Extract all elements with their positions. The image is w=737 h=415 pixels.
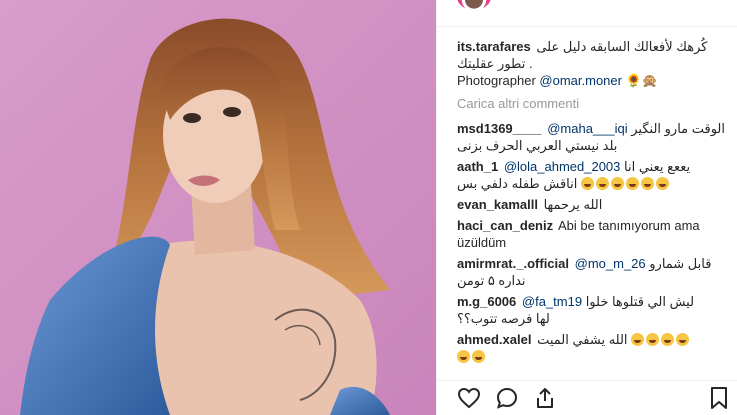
comment-text: بلد نيستي العربي الحرف بزنى — [457, 138, 618, 153]
comment-mention[interactable]: @maha___iqi — [547, 121, 627, 136]
comment-username[interactable]: haci_can_deniz — [457, 218, 553, 233]
caption: its.tarafares كُرهك لأفعالك السابقه دليل… — [457, 38, 731, 89]
caption-username[interactable]: its.tarafares — [457, 39, 531, 54]
comment-text: الله يرحمها — [543, 197, 603, 212]
comment-text: üzüldüm — [457, 235, 507, 250]
comment-username[interactable]: m.g_6006 — [457, 294, 516, 309]
caption-text-line2: . تطور عقليتك — [457, 56, 533, 71]
action-bar — [457, 386, 731, 412]
caption-text-line1: كُرهك لأفعالك السابقه دليل على — [536, 39, 708, 54]
comment-text: اناقش طفله دلفي بس — [457, 176, 578, 191]
comment-mention[interactable]: @mo_m_26 — [575, 256, 646, 271]
comment-text: الوقت مارو النگير — [631, 121, 725, 136]
bookmark-icon[interactable] — [707, 386, 731, 410]
post-sidebar: its.tarafares كُرهك لأفعالك السابقه دليل… — [436, 0, 737, 415]
comment-text: Abi be tanımıyorum ama — [558, 218, 700, 233]
load-more-comments-link[interactable]: Carica altri commenti — [457, 95, 731, 112]
photographer-label: Photographer — [457, 73, 536, 88]
comment-text: نداره ۵ تومن — [457, 273, 526, 288]
comment-item: aath_1 @lola_ahmed_2003 يععع يعني انا ان… — [457, 158, 731, 192]
comment-item: amirmrat._.official @mo_m_26 قابل شمارو … — [457, 255, 731, 289]
comment-username[interactable]: ahmed.xalel — [457, 332, 531, 347]
comment-username[interactable]: evan_kamalll — [457, 197, 538, 212]
actions-divider — [437, 380, 737, 381]
comment-item: m.g_6006 @fa_tm19 ليش الي قتلوها خلوا له… — [457, 293, 731, 327]
avatar[interactable] — [457, 0, 491, 10]
comment-icon[interactable] — [495, 386, 519, 410]
comment-mention[interactable]: @lola_ahmed_2003 — [504, 159, 621, 174]
comments-list: its.tarafares كُرهك لأفعالك السابقه دليل… — [457, 38, 731, 369]
comment-item: haci_can_deniz Abi be tanımıyorum ama üz… — [457, 217, 731, 251]
comment-item: ahmed.xalel الله يشفي الميت — [457, 331, 731, 365]
comment-username[interactable]: msd1369____ — [457, 121, 542, 136]
comment-username[interactable]: amirmrat._.official — [457, 256, 569, 271]
comment-text: الله يشفي الميت — [537, 332, 628, 347]
post-photo[interactable] — [0, 0, 436, 415]
comment-text: قابل شمارو — [649, 256, 712, 271]
photographer-mention[interactable]: @omar.moner — [539, 73, 622, 88]
heart-icon[interactable] — [457, 386, 481, 410]
comment-mention[interactable]: @fa_tm19 — [522, 294, 582, 309]
comment-item: evan_kamalll الله يرحمها — [457, 196, 731, 213]
comment-text: يععع يعني انا — [624, 159, 691, 174]
share-icon[interactable] — [533, 386, 557, 410]
comment-text: لها فرصه تتوب؟؟ — [457, 311, 550, 326]
emoji-icon: 🌻🙊 — [625, 73, 658, 88]
photo-illustration — [0, 0, 436, 415]
laugh-emoji-icon — [581, 176, 671, 191]
comment-username[interactable]: aath_1 — [457, 159, 498, 174]
comment-item: msd1369____ @maha___iqi الوقت مارو النگي… — [457, 120, 731, 154]
comment-text: ليش الي قتلوها خلوا — [585, 294, 695, 309]
header-divider — [437, 26, 737, 27]
